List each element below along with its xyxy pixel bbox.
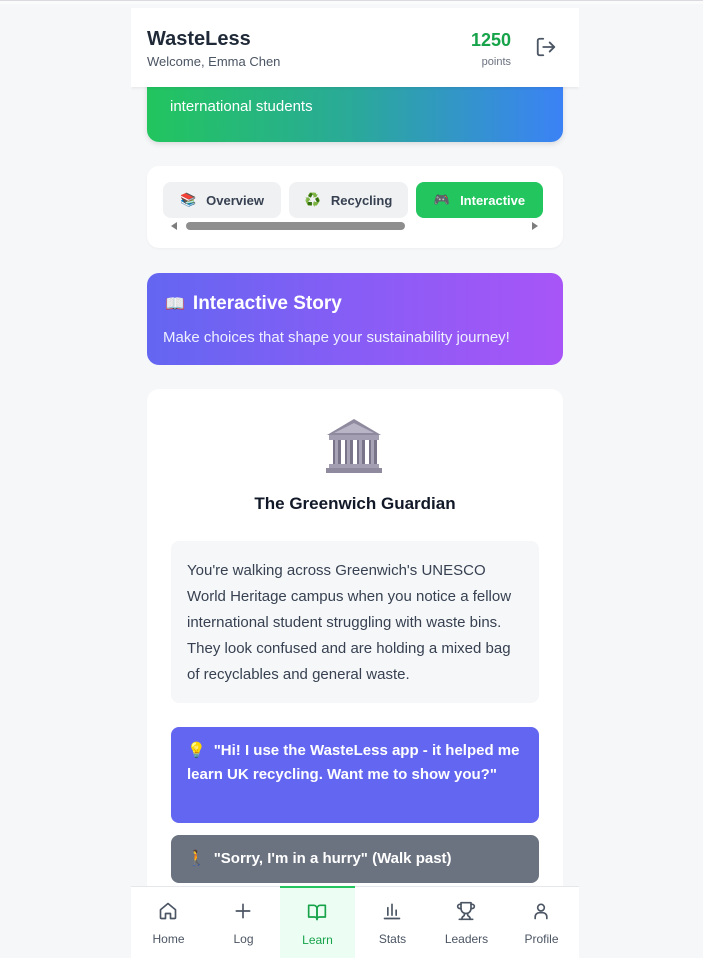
nav-learn-label: Learn [302, 933, 333, 947]
logout-button[interactable] [535, 36, 557, 58]
hero-text: international students [170, 98, 313, 115]
story-banner-title: 📖 Interactive Story [165, 293, 342, 315]
classical-building-icon [326, 419, 382, 473]
home-icon [159, 902, 177, 920]
lightbulb-icon: 💡 [187, 742, 206, 759]
recycle-icon: ♻️ [304, 192, 321, 207]
nav-learn[interactable]: Learn [280, 886, 355, 958]
plus-icon [235, 903, 251, 919]
nav-stats-label: Stats [378, 932, 407, 946]
scroll-left-arrow[interactable] [171, 222, 177, 230]
app-header: WasteLess Welcome, Emma Chen 1250 points [131, 8, 579, 87]
nav-home-label: Home [152, 932, 185, 946]
nav-home[interactable]: Home [131, 887, 206, 958]
brand-title: WasteLess [147, 28, 251, 50]
trophy-icon [456, 901, 476, 921]
app-container: international students WasteLess Welcome… [131, 8, 579, 958]
tab-overview[interactable]: 📚 Overview [163, 182, 281, 218]
book-icon [307, 904, 327, 921]
story-banner: 📖 Interactive Story Make choices that sha… [147, 273, 563, 365]
user-icon [534, 903, 548, 920]
choice-walk-past-button[interactable]: 🚶 "Sorry, I'm in a hurry" (Walk past) [171, 835, 539, 883]
logout-icon [536, 37, 556, 57]
tab-interactive-label: Interactive [460, 192, 526, 208]
story-card: The Greenwich Guardian You're walking ac… [147, 389, 563, 909]
nav-log[interactable]: Log [206, 887, 281, 958]
game-controller-icon: 🎮 [433, 192, 451, 207]
choice-help-button[interactable]: 💡 "Hi! I use the WasteLess app - it helpe… [171, 727, 539, 823]
bottom-navigation: Home Log Learn Stats Leaders Profile [131, 886, 579, 958]
nav-profile[interactable]: Profile [504, 887, 579, 958]
walking-person-icon: 🚶 [187, 850, 206, 867]
tab-interactive[interactable]: 🎮 Interactive [416, 182, 543, 218]
books-icon: 📚 [179, 192, 197, 207]
story-title: The Greenwich Guardian [254, 494, 456, 513]
learn-tabs: 📚 Overview ♻️ Recycling 🎮 Interactive [147, 166, 563, 248]
welcome-text: Welcome, Emma Chen [147, 54, 281, 69]
story-banner-subtitle: Make choices that shape your sustainabil… [163, 329, 510, 346]
horizontal-scrollbar[interactable] [186, 222, 405, 230]
nav-log-label: Log [233, 932, 254, 946]
bar-chart-icon [383, 903, 401, 920]
tab-overview-label: Overview [206, 192, 264, 208]
choice-walk-past-text: "Sorry, I'm in a hurry" (Walk past) [213, 850, 452, 867]
nav-stats[interactable]: Stats [355, 887, 430, 958]
nav-leaders[interactable]: Leaders [429, 887, 504, 958]
nav-profile-label: Profile [524, 932, 559, 946]
points-label: points [481, 56, 511, 68]
choice-help-text: "Hi! I use the WasteLess app - it helped… [187, 742, 520, 783]
open-book-icon: 📖 [165, 296, 185, 313]
story-narrative: You're walking across Greenwich's UNESCO… [171, 541, 539, 703]
scroll-right-arrow[interactable] [532, 222, 538, 230]
points-value: 1250 [470, 30, 511, 50]
tab-recycling-label: Recycling [330, 192, 393, 208]
story-banner-title-text: Interactive Story [192, 293, 342, 314]
tab-recycling[interactable]: ♻️ Recycling [289, 182, 408, 218]
browser-top-line [0, 0, 703, 4]
nav-leaders-label: Leaders [444, 932, 489, 946]
